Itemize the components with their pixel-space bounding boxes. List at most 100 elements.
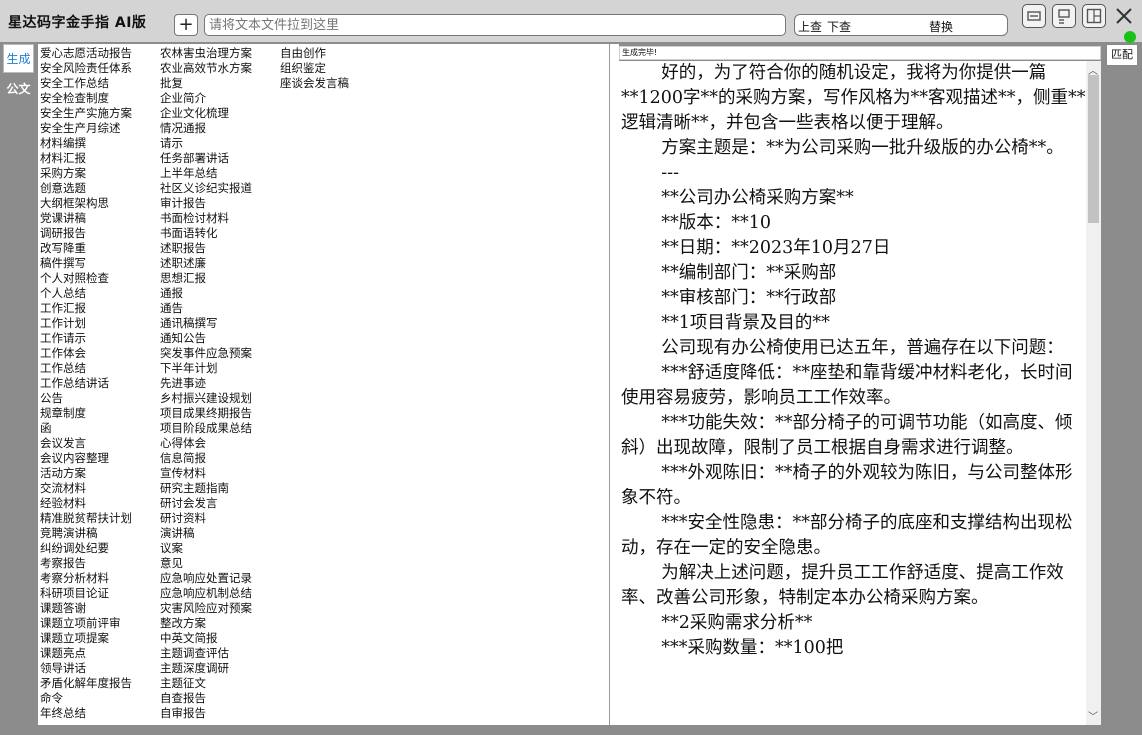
- template-item[interactable]: 竞聘演讲稿: [40, 526, 132, 541]
- output-scrollbar[interactable]: ︿ ﹀: [1086, 61, 1101, 725]
- template-item[interactable]: 个人总结: [40, 286, 132, 301]
- template-item[interactable]: 任务部署讲话: [160, 151, 252, 166]
- template-item[interactable]: 党课讲稿: [40, 211, 132, 226]
- template-item[interactable]: 课题答谢: [40, 601, 132, 616]
- template-item[interactable]: 述职述廉: [160, 256, 252, 271]
- add-file-button[interactable]: +: [174, 14, 198, 36]
- template-item[interactable]: 创意选题: [40, 181, 132, 196]
- template-item[interactable]: 个人对照检查: [40, 271, 132, 286]
- tab-official-docs[interactable]: 公文: [3, 75, 34, 104]
- template-item[interactable]: 乡村振兴建设规划: [160, 391, 252, 406]
- template-item[interactable]: 命令: [40, 691, 132, 706]
- template-item[interactable]: 自由创作: [280, 46, 349, 61]
- scrollbar-thumb[interactable]: [1088, 75, 1099, 223]
- template-item[interactable]: 批复: [160, 76, 252, 91]
- template-item[interactable]: 课题亮点: [40, 646, 132, 661]
- template-item[interactable]: 书面检讨材料: [160, 211, 252, 226]
- template-item[interactable]: 自审报告: [160, 706, 252, 721]
- template-item[interactable]: 主题深度调研: [160, 661, 252, 676]
- template-item[interactable]: 主题调查评估: [160, 646, 252, 661]
- template-item[interactable]: 通报: [160, 286, 252, 301]
- template-item[interactable]: 座谈会发言稿: [280, 76, 349, 91]
- template-item[interactable]: 公告: [40, 391, 132, 406]
- panel-divider[interactable]: [609, 44, 619, 725]
- file-drop-input[interactable]: [204, 14, 786, 36]
- search-up-button[interactable]: 上查: [798, 18, 822, 35]
- template-item[interactable]: 改写降重: [40, 241, 132, 256]
- template-item[interactable]: 宣传材料: [160, 466, 252, 481]
- template-item[interactable]: 精准脱贫帮扶计划: [40, 511, 132, 526]
- close-icon[interactable]: [1112, 4, 1136, 28]
- template-item[interactable]: 爱心志愿活动报告: [40, 46, 132, 61]
- template-item[interactable]: 材料编撰: [40, 136, 132, 151]
- template-item[interactable]: 经验材料: [40, 496, 132, 511]
- template-item[interactable]: 安全检查制度: [40, 91, 132, 106]
- template-item[interactable]: 工作汇报: [40, 301, 132, 316]
- output-text-area[interactable]: 好的，为了符合你的随机设定，我将为你提供一篇**1200字**的采购方案，写作风…: [619, 61, 1086, 725]
- template-item[interactable]: 项目成果终期报告: [160, 406, 252, 421]
- template-item[interactable]: 演讲稿: [160, 526, 252, 541]
- search-down-button[interactable]: 下查: [827, 18, 851, 35]
- template-item[interactable]: 领导讲话: [40, 661, 132, 676]
- template-item[interactable]: 农业高效节水方案: [160, 61, 252, 76]
- maximize-icon[interactable]: [1082, 4, 1106, 28]
- find-replace-box[interactable]: 上查 下查 替换: [794, 14, 1008, 36]
- match-button[interactable]: 匹配: [1106, 44, 1138, 66]
- template-item[interactable]: 安全工作总结: [40, 76, 132, 91]
- template-item[interactable]: 信息简报: [160, 451, 252, 466]
- template-item[interactable]: 情况通报: [160, 121, 252, 136]
- template-item[interactable]: 通告: [160, 301, 252, 316]
- template-item[interactable]: 请示: [160, 136, 252, 151]
- template-item[interactable]: 研讨会发言: [160, 496, 252, 511]
- template-item[interactable]: 科研项目论证: [40, 586, 132, 601]
- template-item[interactable]: 农林害虫治理方案: [160, 46, 252, 61]
- template-item[interactable]: 议案: [160, 541, 252, 556]
- template-item[interactable]: 突发事件应急预案: [160, 346, 252, 361]
- template-item[interactable]: 先进事迹: [160, 376, 252, 391]
- template-item[interactable]: 述职报告: [160, 241, 252, 256]
- template-item[interactable]: 稿件撰写: [40, 256, 132, 271]
- template-item[interactable]: 工作总结讲话: [40, 376, 132, 391]
- template-item[interactable]: 工作体会: [40, 346, 132, 361]
- template-item[interactable]: 自查报告: [160, 691, 252, 706]
- template-item[interactable]: 研究主题指南: [160, 481, 252, 496]
- template-item[interactable]: 通讯稿撰写: [160, 316, 252, 331]
- template-item[interactable]: 社区义诊纪实报道: [160, 181, 252, 196]
- template-item[interactable]: 思想汇报: [160, 271, 252, 286]
- template-item[interactable]: 企业简介: [160, 91, 252, 106]
- template-item[interactable]: 纠纷调处纪要: [40, 541, 132, 556]
- template-item[interactable]: 应急响应处置记录: [160, 571, 252, 586]
- template-item[interactable]: 函: [40, 421, 132, 436]
- template-item[interactable]: 心得体会: [160, 436, 252, 451]
- template-item[interactable]: 企业文化梳理: [160, 106, 252, 121]
- template-item[interactable]: 工作计划: [40, 316, 132, 331]
- template-item[interactable]: 交流材料: [40, 481, 132, 496]
- template-item[interactable]: 应急响应机制总结: [160, 586, 252, 601]
- template-item[interactable]: 安全生产实施方案: [40, 106, 132, 121]
- template-item[interactable]: 组织鉴定: [280, 61, 349, 76]
- template-item[interactable]: 课题立项前评审: [40, 616, 132, 631]
- template-item[interactable]: 通知公告: [160, 331, 252, 346]
- template-item[interactable]: 矛盾化解年度报告: [40, 676, 132, 691]
- template-item[interactable]: 考察报告: [40, 556, 132, 571]
- template-item[interactable]: 主题征文: [160, 676, 252, 691]
- template-item[interactable]: 采购方案: [40, 166, 132, 181]
- template-item[interactable]: 上半年总结: [160, 166, 252, 181]
- template-item[interactable]: 灾害风险应对预案: [160, 601, 252, 616]
- template-item[interactable]: 安全生产月综述: [40, 121, 132, 136]
- scroll-down-icon[interactable]: ﹀: [1088, 708, 1098, 723]
- template-item[interactable]: 调研报告: [40, 226, 132, 241]
- template-item[interactable]: 审计报告: [160, 196, 252, 211]
- minimize-icon[interactable]: [1022, 4, 1046, 28]
- template-item[interactable]: 安全风险责任体系: [40, 61, 132, 76]
- template-item[interactable]: 会议内容整理: [40, 451, 132, 466]
- tab-generate[interactable]: 生成: [3, 44, 34, 73]
- template-item[interactable]: 材料汇报: [40, 151, 132, 166]
- template-item[interactable]: 规章制度: [40, 406, 132, 421]
- template-item[interactable]: 工作总结: [40, 361, 132, 376]
- template-item[interactable]: 研讨资料: [160, 511, 252, 526]
- template-item[interactable]: 课题立项提案: [40, 631, 132, 646]
- template-item[interactable]: 考察分析材料: [40, 571, 132, 586]
- template-item[interactable]: 活动方案: [40, 466, 132, 481]
- template-item[interactable]: 会议发言: [40, 436, 132, 451]
